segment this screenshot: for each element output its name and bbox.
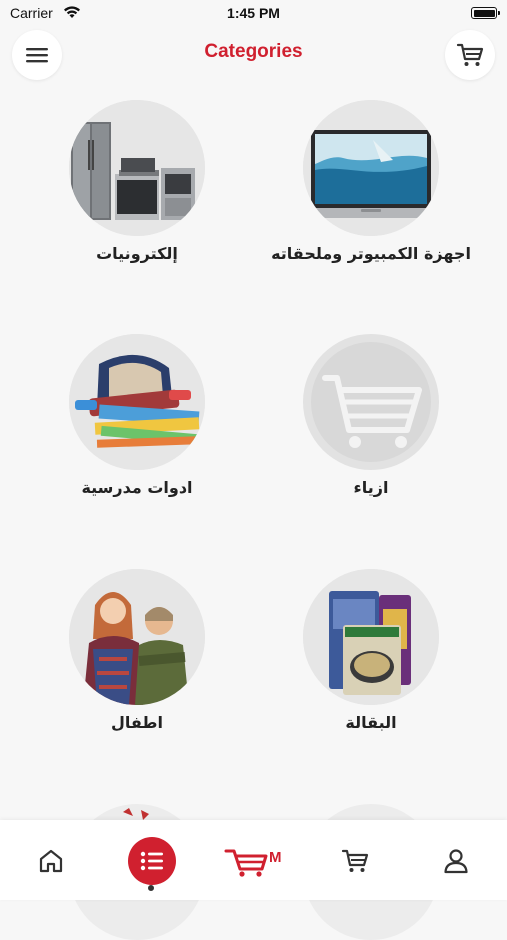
category-label: إلكترونيات [96, 244, 178, 263]
kids-image [69, 569, 205, 705]
category-label: اطفال [111, 713, 163, 732]
categories-active-bg [128, 837, 176, 885]
battery-icon [471, 7, 500, 19]
clock: 1:45 PM [227, 5, 280, 21]
grocery-image [303, 569, 439, 705]
cart-placeholder-icon [303, 334, 439, 470]
school-supplies-image [69, 334, 205, 470]
category-label: البقالة [345, 713, 397, 732]
categories-icon [140, 851, 163, 871]
market-cart-logo: M [224, 849, 282, 877]
tab-categories[interactable] [122, 836, 182, 886]
page-title: Categories [204, 41, 303, 62]
laptop-image [303, 100, 439, 236]
category-label: ازياء [353, 478, 389, 497]
category-grocery[interactable]: البقالة [271, 569, 471, 732]
cart-icon [456, 43, 484, 66]
tab-home[interactable] [21, 836, 81, 886]
category-computers[interactable]: اجهزة الكمبيوتر وملحقاته [271, 100, 471, 263]
category-label: اجهزة الكمبيوتر وملحقاته [271, 244, 471, 263]
profile-icon [444, 849, 468, 874]
market-logo-letter: M [269, 849, 282, 866]
tab-market[interactable]: M [222, 836, 288, 886]
header: Categories [0, 28, 507, 86]
appliances-image [69, 100, 205, 236]
category-school-supplies[interactable]: ادوات مدرسية [37, 334, 237, 497]
home-icon [39, 849, 63, 873]
active-tab-indicator [148, 885, 154, 891]
category-fashion[interactable]: ازياء [271, 334, 471, 497]
cart-icon [341, 849, 369, 872]
tab-cart[interactable] [325, 836, 385, 886]
bottom-tab-bar: M [0, 820, 507, 900]
category-kids[interactable]: اطفال [37, 569, 237, 732]
header-cart-button[interactable] [445, 30, 495, 80]
category-label: ادوات مدرسية [81, 478, 193, 497]
status-bar: Carrier 1:45 PM [0, 0, 507, 28]
tab-profile[interactable] [426, 836, 486, 886]
category-electronics[interactable]: إلكترونيات [37, 100, 237, 263]
